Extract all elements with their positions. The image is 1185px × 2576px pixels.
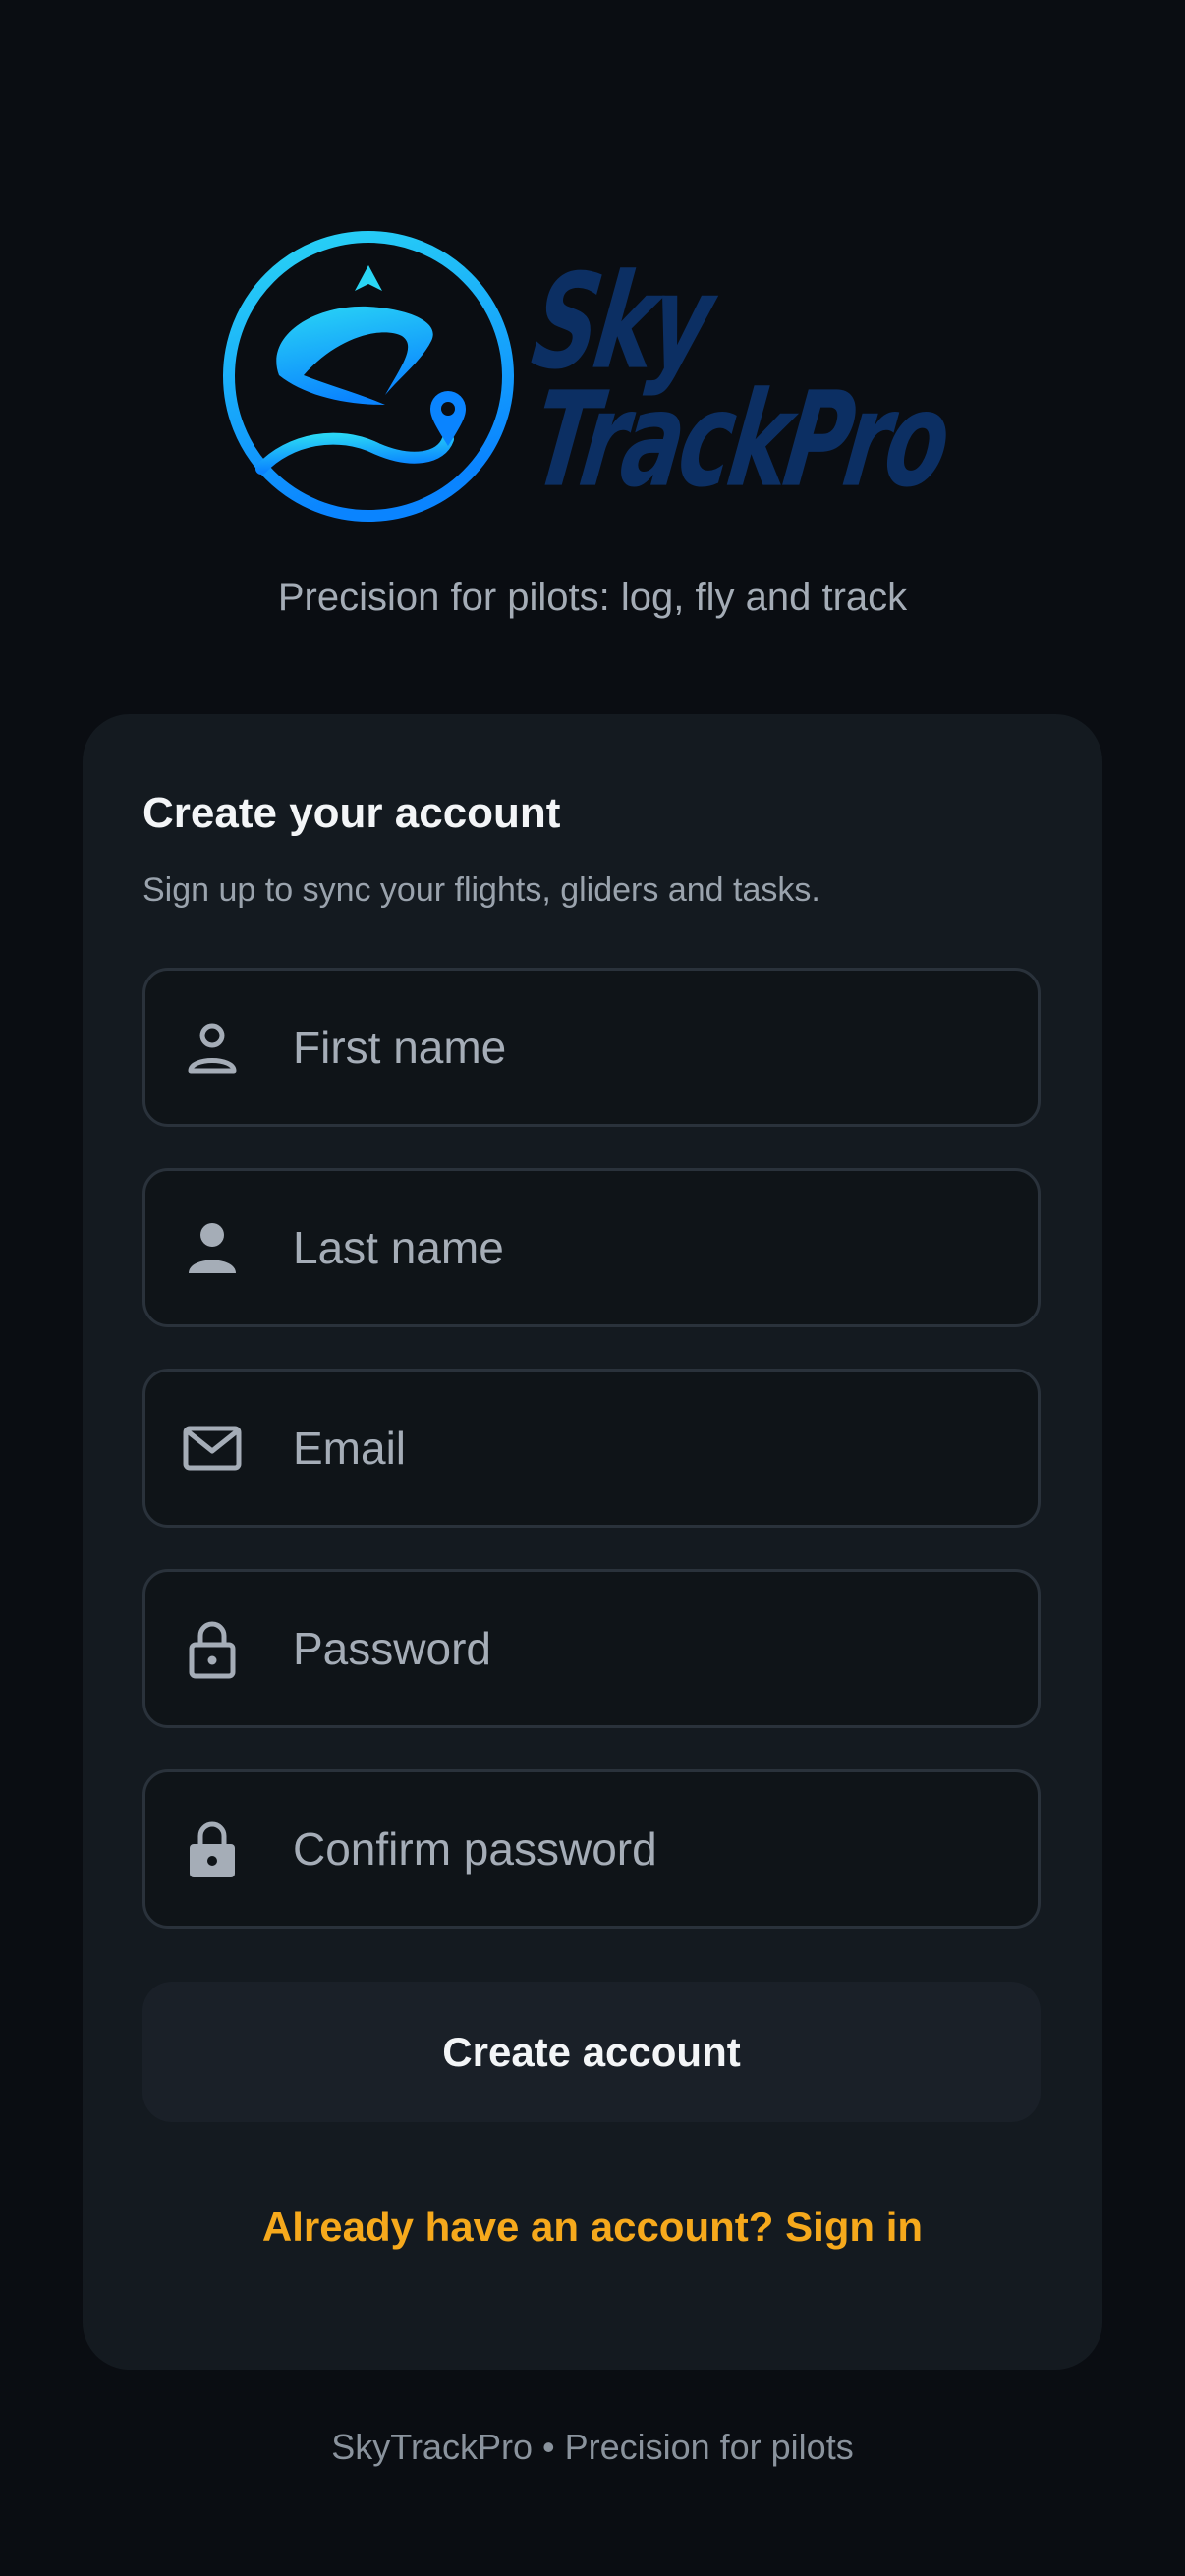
glider-compass-logo-icon <box>223 231 514 522</box>
last-name-input[interactable] <box>293 1171 1020 1324</box>
card-subtitle: Sign up to sync your flights, gliders an… <box>142 871 820 909</box>
envelope-icon <box>183 1426 242 1471</box>
logo-wordmark: Sky TrackPro <box>525 246 977 516</box>
footer-text: SkyTrackPro • Precision for pilots <box>331 2427 854 2467</box>
lock-outline-icon <box>189 1621 236 1679</box>
person-filled-icon <box>189 1223 236 1273</box>
password-field[interactable] <box>142 1569 1041 1728</box>
create-account-button[interactable]: Create account <box>142 1982 1041 2122</box>
email-field[interactable] <box>142 1369 1041 1528</box>
password-input[interactable] <box>293 1572 1020 1725</box>
card-title: Create your account <box>142 789 561 837</box>
logo-line-trackpro: TrackPro <box>524 364 956 517</box>
first-name-input[interactable] <box>293 971 1020 1124</box>
email-input[interactable] <box>293 1372 1020 1525</box>
first-name-field[interactable] <box>142 968 1041 1127</box>
confirm-password-field[interactable] <box>142 1769 1041 1929</box>
tagline: Precision for pilots: log, fly and track <box>277 576 908 619</box>
confirm-password-input[interactable] <box>293 1772 1020 1926</box>
app-logo: Sky TrackPro <box>220 228 967 525</box>
person-outline-icon <box>188 1023 237 1074</box>
last-name-field[interactable] <box>142 1168 1041 1327</box>
sign-in-link[interactable]: Already have an account? Sign in <box>83 2204 1102 2251</box>
signup-card: Create your account Sign up to sync your… <box>83 714 1102 2370</box>
lock-filled-icon <box>190 1821 235 1877</box>
